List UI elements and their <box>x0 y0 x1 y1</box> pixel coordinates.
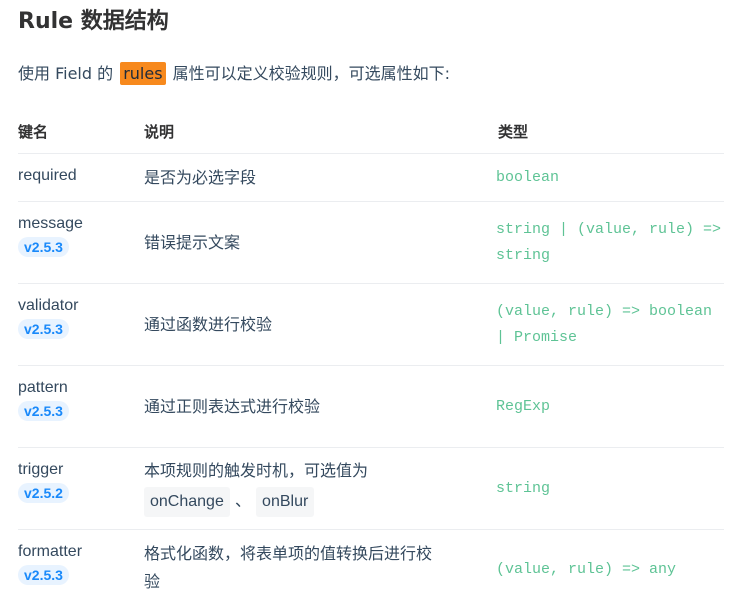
type-line: string <box>496 247 551 264</box>
row-type: (value, rule) => any <box>496 557 726 583</box>
version-badge: v2.5.3 <box>18 565 69 585</box>
version-badge: v2.5.3 <box>18 401 69 421</box>
description-text-after: 属性可以定义校验规则，可选属性如下: <box>172 64 451 83</box>
type-line: RegExp <box>496 398 551 415</box>
version-badge: v2.5.2 <box>18 483 69 503</box>
type-line: | Promise <box>496 329 578 346</box>
row-desc: 是否为必选字段 <box>144 168 257 187</box>
key-name: pattern <box>18 379 68 396</box>
table-row: trigger v2.5.2 本项规则的触发时机，可选值为 onChange 、… <box>18 448 724 530</box>
table-row: pattern v2.5.3 通过正则表达式进行校验 RegExp <box>18 366 724 448</box>
table-row: message v2.5.3 错误提示文案 string | (value, r… <box>18 202 724 284</box>
row-type: RegExp <box>496 394 726 420</box>
version-badge: v2.5.3 <box>18 319 69 339</box>
row-type: string | (value, rule) => string <box>496 217 726 269</box>
table-row: formatter v2.5.3 格式化函数，将表单项的值转换后进行校 验 (v… <box>18 530 724 599</box>
table-header: 键名 说明 类型 <box>18 115 724 154</box>
section-description: 使用 Field 的 rules 属性可以定义校验规则，可选属性如下: <box>18 60 451 85</box>
version-badge: v2.5.3 <box>18 237 69 257</box>
separator: 、 <box>234 491 251 510</box>
row-key: message v2.5.3 <box>18 215 83 257</box>
desc-line: onChange 、 onBlur <box>144 486 484 517</box>
row-key: pattern v2.5.3 <box>18 379 69 421</box>
row-type: string <box>496 476 726 502</box>
type-line: (value, rule) => any <box>496 561 677 578</box>
row-key: validator v2.5.3 <box>18 297 78 339</box>
type-line: boolean <box>496 169 560 186</box>
header-key: 键名 <box>18 123 49 141</box>
row-desc: 通过函数进行校验 <box>144 315 273 334</box>
row-type: boolean <box>496 165 726 191</box>
table-row: required 是否为必选字段 boolean <box>18 154 724 202</box>
key-name: message <box>18 215 83 232</box>
table-row: validator v2.5.3 通过函数进行校验 (value, rule) … <box>18 284 724 366</box>
row-desc: 本项规则的触发时机，可选值为 onChange 、 onBlur <box>144 456 484 517</box>
desc-line: 本项规则的触发时机，可选值为 <box>144 461 369 480</box>
description-text-before: 使用 Field 的 <box>18 64 114 83</box>
key-name: required <box>18 167 77 184</box>
inline-code: onChange <box>144 487 230 517</box>
header-desc: 说明 <box>144 123 175 141</box>
type-line: string <box>496 480 551 497</box>
header-type: 类型 <box>498 123 529 141</box>
row-desc: 通过正则表达式进行校验 <box>144 397 321 416</box>
key-name: formatter <box>18 543 83 560</box>
row-desc: 错误提示文案 <box>144 233 241 252</box>
type-line: (value, rule) => boolean <box>496 303 713 320</box>
row-key: required <box>18 167 77 185</box>
inline-code: onBlur <box>256 487 315 517</box>
key-name: trigger <box>18 461 64 478</box>
desc-line: 验 <box>144 572 161 591</box>
row-type: (value, rule) => boolean | Promise <box>496 299 726 351</box>
row-key: trigger v2.5.2 <box>18 461 69 503</box>
type-line: string | (value, rule) => <box>496 221 722 238</box>
desc-line: 格式化函数，将表单项的值转换后进行校 <box>144 544 433 563</box>
row-key: formatter v2.5.3 <box>18 543 82 585</box>
section-title: Rule 数据结构 <box>18 9 169 34</box>
key-name: validator <box>18 297 79 314</box>
description-highlight: rules <box>120 62 166 85</box>
row-desc: 格式化函数，将表单项的值转换后进行校 验 <box>144 540 484 596</box>
